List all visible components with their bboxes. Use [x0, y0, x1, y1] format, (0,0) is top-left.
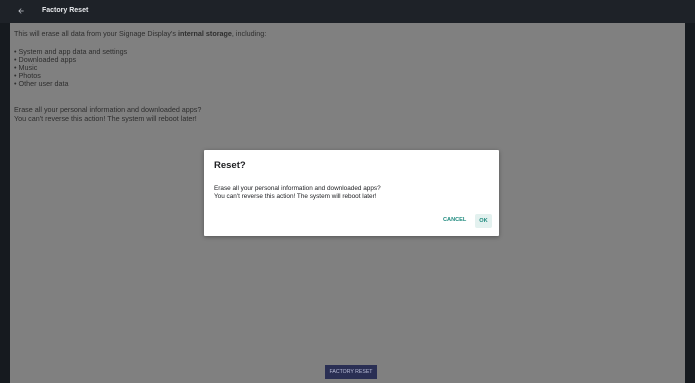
- ok-button[interactable]: OK: [475, 214, 492, 228]
- reset-dialog: Reset? Erase all your personal informati…: [204, 150, 499, 236]
- list-item: Other user data: [14, 80, 127, 88]
- dialog-message-line-2: You can't reverse this action! The syste…: [214, 192, 377, 200]
- dialog-message-line-1: Erase all your personal information and …: [214, 185, 381, 192]
- cancel-button[interactable]: CANCEL: [443, 217, 466, 223]
- dialog-message: Erase all your personal information and …: [214, 185, 381, 200]
- page-title: Factory Reset: [42, 7, 89, 14]
- right-edge: [685, 23, 695, 383]
- intro-suffix: , including:: [231, 29, 267, 38]
- intro-prefix: This will erase all data from your Signa…: [14, 29, 178, 38]
- dialog-title: Reset?: [214, 160, 246, 171]
- intro-bold: internal storage: [177, 29, 232, 38]
- app-bar: Factory Reset: [0, 0, 695, 23]
- warning-text: Erase all your personal information and …: [14, 105, 201, 123]
- warning-line-2: You can't reverse this action! The syste…: [14, 113, 197, 123]
- arrow-back-icon: [18, 8, 24, 14]
- factory-reset-button[interactable]: FACTORY RESET: [325, 365, 377, 379]
- back-button[interactable]: [14, 4, 28, 18]
- left-edge: [0, 23, 10, 383]
- erase-list: System and app data and settings Downloa…: [14, 48, 128, 88]
- intro-text: This will erase all data from your Signa…: [14, 30, 266, 38]
